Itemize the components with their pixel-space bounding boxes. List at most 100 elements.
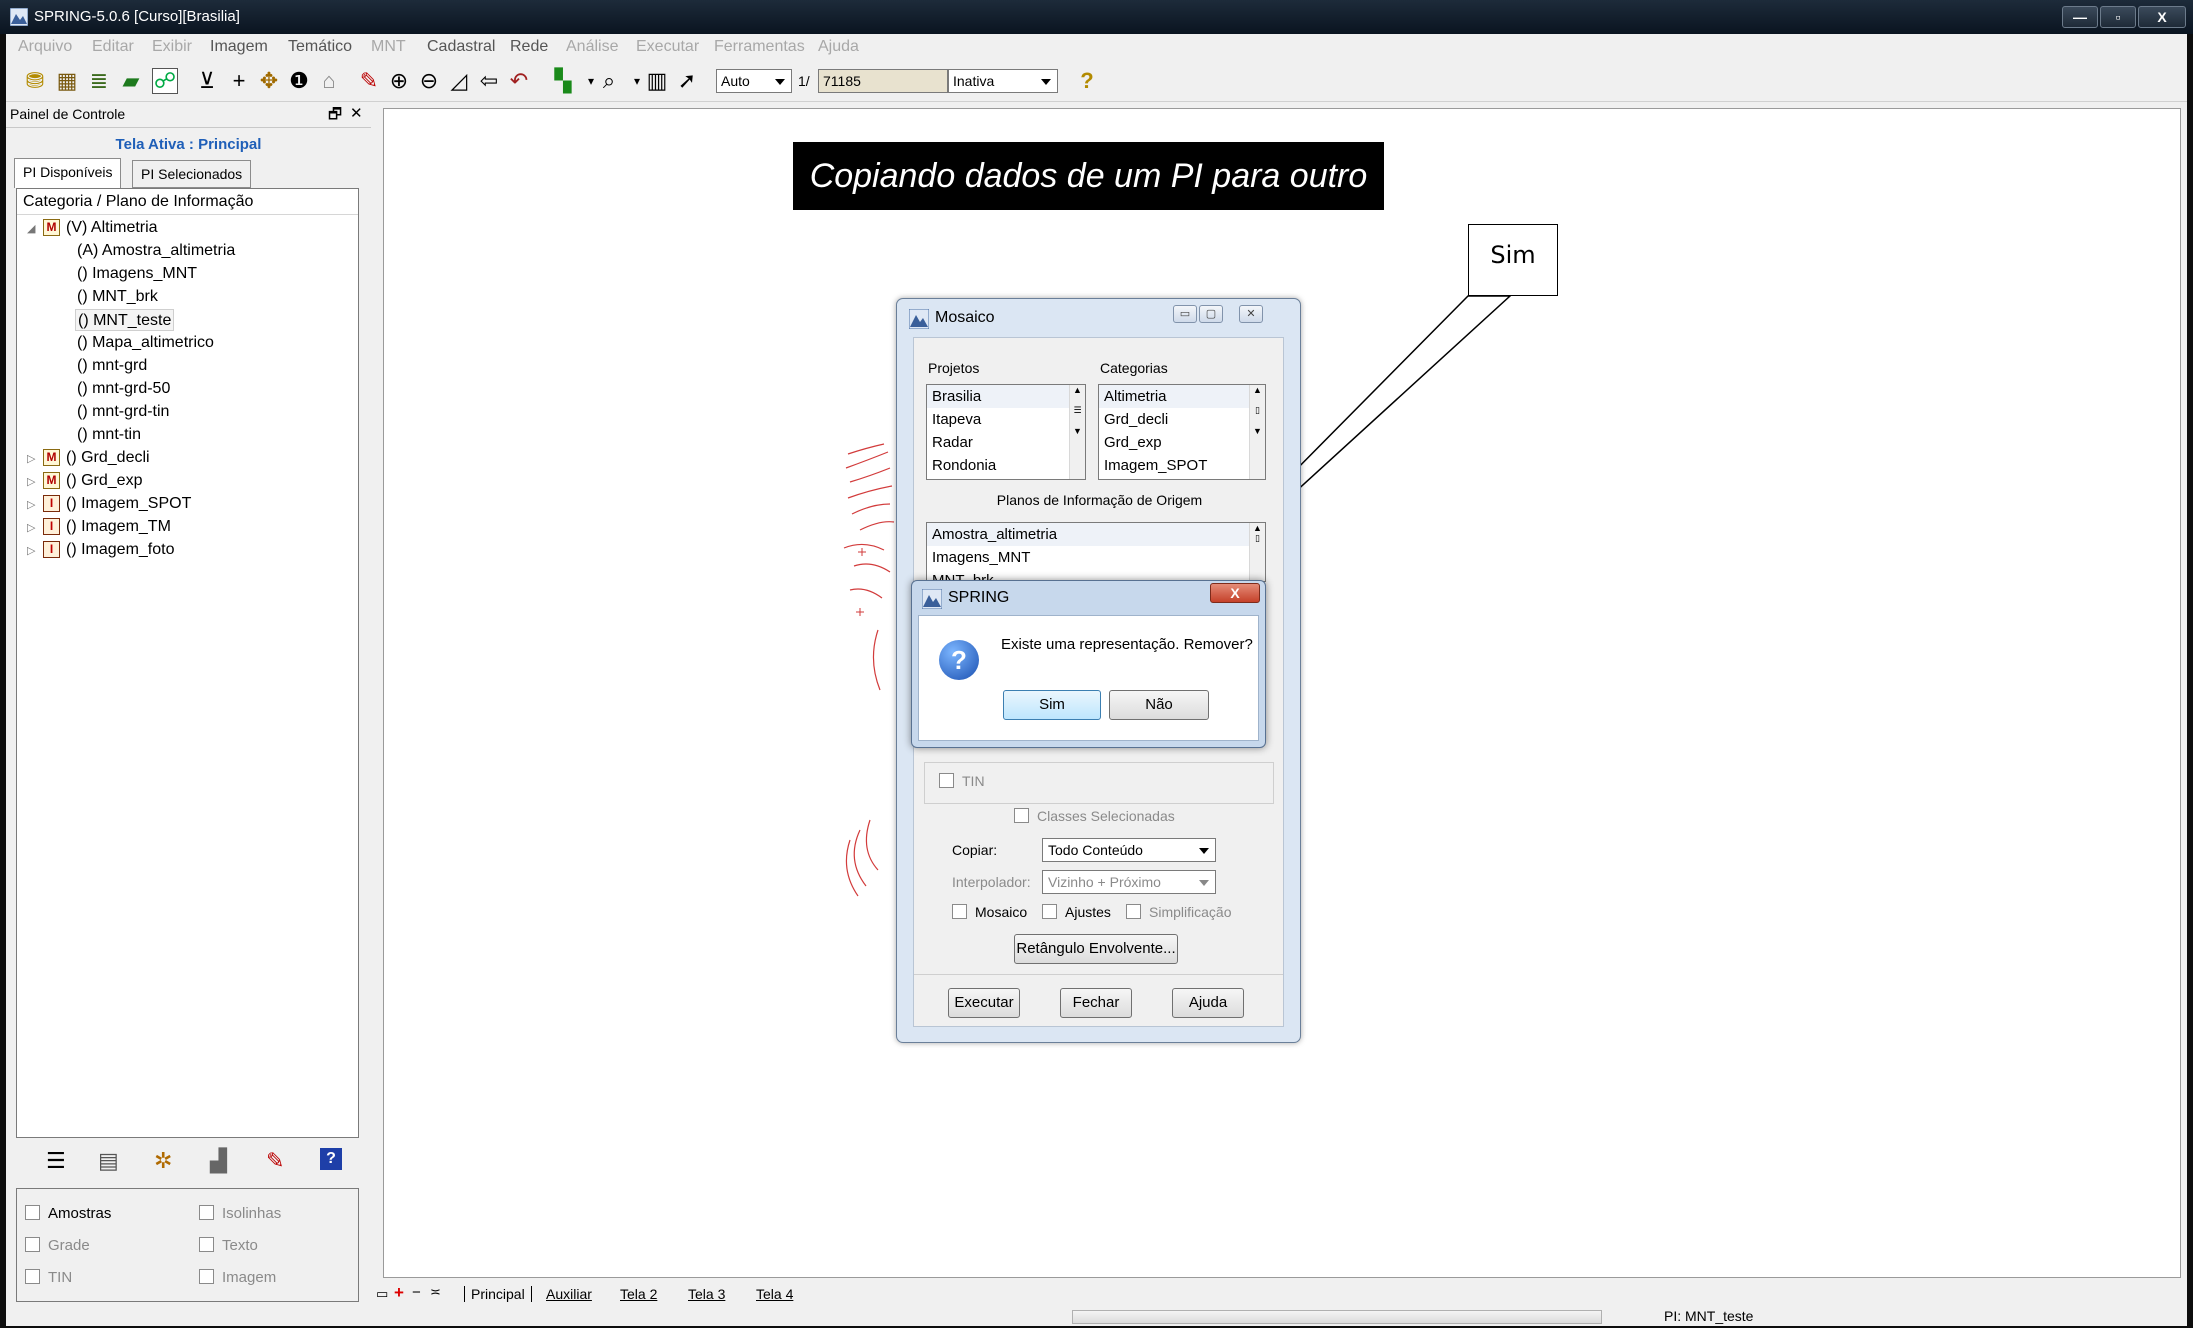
- tree-item[interactable]: () MNT_brk: [77, 286, 158, 308]
- back-icon[interactable]: ⇦: [476, 68, 502, 94]
- grade-checkbox[interactable]: Grade: [25, 1237, 90, 1254]
- tree-category-altimetria[interactable]: ◢ M (V) Altimetria: [27, 217, 158, 239]
- zoom-in-icon[interactable]: ⊕: [386, 68, 412, 94]
- pointer-icon[interactable]: ➚: [674, 68, 700, 94]
- add-tab-icon[interactable]: +: [394, 1283, 404, 1303]
- tree-item[interactable]: () mnt-grd-50: [77, 378, 170, 400]
- maximize-button[interactable]: ▢: [1199, 305, 1223, 323]
- minimize-button[interactable]: ▭: [1173, 305, 1197, 323]
- tree-category-imagem-tm[interactable]: ▷ I() Imagem_TM: [27, 516, 171, 538]
- fechar-button[interactable]: Fechar: [1060, 988, 1132, 1018]
- scrollbar[interactable]: ▲ ☰ ▼: [1069, 385, 1085, 479]
- display-icon[interactable]: ☍: [152, 68, 178, 94]
- style-icon[interactable]: ✲: [154, 1148, 172, 1174]
- help-icon[interactable]: ?: [1074, 68, 1100, 94]
- tree-item[interactable]: () Imagens_MNT: [77, 263, 197, 285]
- simplificacao-checkbox[interactable]: Simplificação: [1126, 904, 1231, 920]
- zoom-out-icon[interactable]: ⊖: [416, 68, 442, 94]
- list-item[interactable]: Amostra_altimetria: [927, 523, 1265, 546]
- tree-item[interactable]: () Mapa_altimetrico: [77, 332, 214, 354]
- tree-category-grd-decli[interactable]: ▷ M() Grd_decli: [27, 447, 150, 469]
- no-button[interactable]: Não: [1109, 690, 1209, 720]
- executar-button[interactable]: Executar: [948, 988, 1020, 1018]
- ajuda-button[interactable]: Ajuda: [1172, 988, 1244, 1018]
- list-item[interactable]: Altimetria: [1099, 385, 1265, 408]
- isolinhas-checkbox[interactable]: Isolinhas: [199, 1205, 281, 1222]
- tree-category-grd-exp[interactable]: ▷ M() Grd_exp: [27, 470, 142, 492]
- info-icon[interactable]: ❶: [286, 68, 312, 94]
- origem-list[interactable]: Amostra_altimetria Imagens_MNT MNT_brk ▲…: [926, 522, 1266, 582]
- draw-icon[interactable]: ⊻: [194, 68, 220, 94]
- yes-button[interactable]: Sim: [1003, 690, 1101, 720]
- tree-category-imagem-spot[interactable]: ▷ I() Imagem_SPOT: [27, 493, 191, 515]
- edit-icon[interactable]: ✎: [356, 68, 382, 94]
- expander-icon[interactable]: ◢: [27, 218, 43, 240]
- menu-tematico[interactable]: Temático: [288, 38, 352, 56]
- panel-close-icon[interactable]: ✕: [350, 104, 363, 122]
- copiar-select[interactable]: Todo Conteúdo: [1042, 838, 1216, 862]
- pencil-icon[interactable]: ✎: [266, 1148, 284, 1174]
- tab-pi-selecionados[interactable]: PI Selecionados: [132, 160, 252, 188]
- menu-imagem[interactable]: Imagem: [210, 38, 268, 56]
- tab-pi-disponiveis[interactable]: PI Disponíveis: [14, 158, 122, 188]
- list-icon[interactable]: ☰: [46, 1148, 66, 1174]
- tab-auxiliar[interactable]: Auxiliar: [546, 1286, 592, 1302]
- tree-item[interactable]: () mnt-grd: [77, 355, 147, 377]
- tab-principal[interactable]: Principal: [464, 1286, 532, 1302]
- tag-icon[interactable]: ⌂: [316, 68, 342, 94]
- state-select[interactable]: Inativa: [948, 69, 1058, 93]
- list-item[interactable]: Grd_exp: [1099, 431, 1265, 454]
- tree-item[interactable]: (A) Amostra_altimetria: [77, 240, 235, 262]
- list-item[interactable]: Brasilia: [927, 385, 1085, 408]
- scrollbar[interactable]: ▲ ▯ ▼: [1249, 385, 1265, 479]
- expander-icon[interactable]: ▷: [27, 517, 43, 539]
- list-item[interactable]: Rondonia: [927, 454, 1085, 477]
- document-icon[interactable]: ▤: [98, 1148, 119, 1174]
- menu-cadastral[interactable]: Cadastral: [427, 38, 495, 56]
- retangulo-envolvente-button[interactable]: Retângulo Envolvente...: [1014, 934, 1178, 964]
- zoom-mode-select[interactable]: Auto: [716, 69, 792, 93]
- tab-tela-2[interactable]: Tela 2: [620, 1286, 657, 1302]
- list-item[interactable]: Itapeva: [927, 408, 1085, 431]
- polygon-icon[interactable]: ▰: [118, 68, 144, 94]
- menu-ferramentas[interactable]: Ferramentas: [714, 38, 805, 56]
- zoom-area-icon[interactable]: ◿: [446, 68, 472, 94]
- list-item[interactable]: Grd_decli: [1099, 408, 1265, 431]
- categorias-list[interactable]: Altimetria Grd_decli Grd_exp Imagem_SPOT…: [1098, 384, 1266, 480]
- undo-icon[interactable]: ↶: [506, 68, 532, 94]
- close-button[interactable]: X: [2138, 6, 2186, 28]
- list-item[interactable]: Radar: [927, 431, 1085, 454]
- raster-icon[interactable]: ▚: [550, 68, 576, 94]
- texto-checkbox[interactable]: Texto: [199, 1237, 258, 1254]
- layers-icon[interactable]: ≣: [86, 68, 112, 94]
- menu-analise[interactable]: Análise: [566, 38, 618, 56]
- menu-ajuda[interactable]: Ajuda: [818, 38, 859, 56]
- close-button[interactable]: X: [1210, 583, 1260, 603]
- menu-editar[interactable]: Editar: [92, 38, 134, 56]
- help-icon[interactable]: ?: [320, 1148, 342, 1170]
- tree-category-imagem-foto[interactable]: ▷ I() Imagem_foto: [27, 539, 174, 561]
- list-item[interactable]: Imagem_SPOT: [1099, 454, 1265, 477]
- menu-exibir[interactable]: Exibir: [152, 38, 192, 56]
- projetos-list[interactable]: Brasilia Itapeva Radar Rondonia ▲ ☰ ▼: [926, 384, 1086, 480]
- tin-checkbox[interactable]: TIN: [939, 773, 985, 789]
- scale-input[interactable]: 71185: [818, 69, 948, 93]
- minimize-button[interactable]: —: [2062, 6, 2098, 28]
- expander-icon[interactable]: ▷: [27, 494, 43, 516]
- list-item[interactable]: Imagens_MNT: [927, 546, 1265, 569]
- expander-icon[interactable]: ▷: [27, 448, 43, 470]
- expander-icon[interactable]: ▷: [27, 540, 43, 562]
- remove-tab-icon[interactable]: −: [412, 1284, 421, 1301]
- scrollbar[interactable]: ▲ ▯: [1249, 523, 1265, 581]
- grid-icon[interactable]: ▥: [644, 68, 670, 94]
- classes-selecionadas-checkbox[interactable]: Classes Selecionadas: [1014, 808, 1175, 824]
- chart-icon[interactable]: ▟: [210, 1148, 227, 1174]
- tree-item[interactable]: () mnt-tin: [77, 424, 141, 446]
- menu-mnt[interactable]: MNT: [371, 38, 406, 56]
- tab-tela-4[interactable]: Tela 4: [756, 1286, 793, 1302]
- imagem-checkbox[interactable]: Imagem: [199, 1269, 276, 1286]
- tree-item[interactable]: () mnt-grd-tin: [77, 401, 169, 423]
- pin-icon[interactable]: 🗗: [328, 104, 342, 129]
- pan-icon[interactable]: ✥: [256, 68, 282, 94]
- tree-item-selected[interactable]: () MNT_teste: [75, 309, 175, 331]
